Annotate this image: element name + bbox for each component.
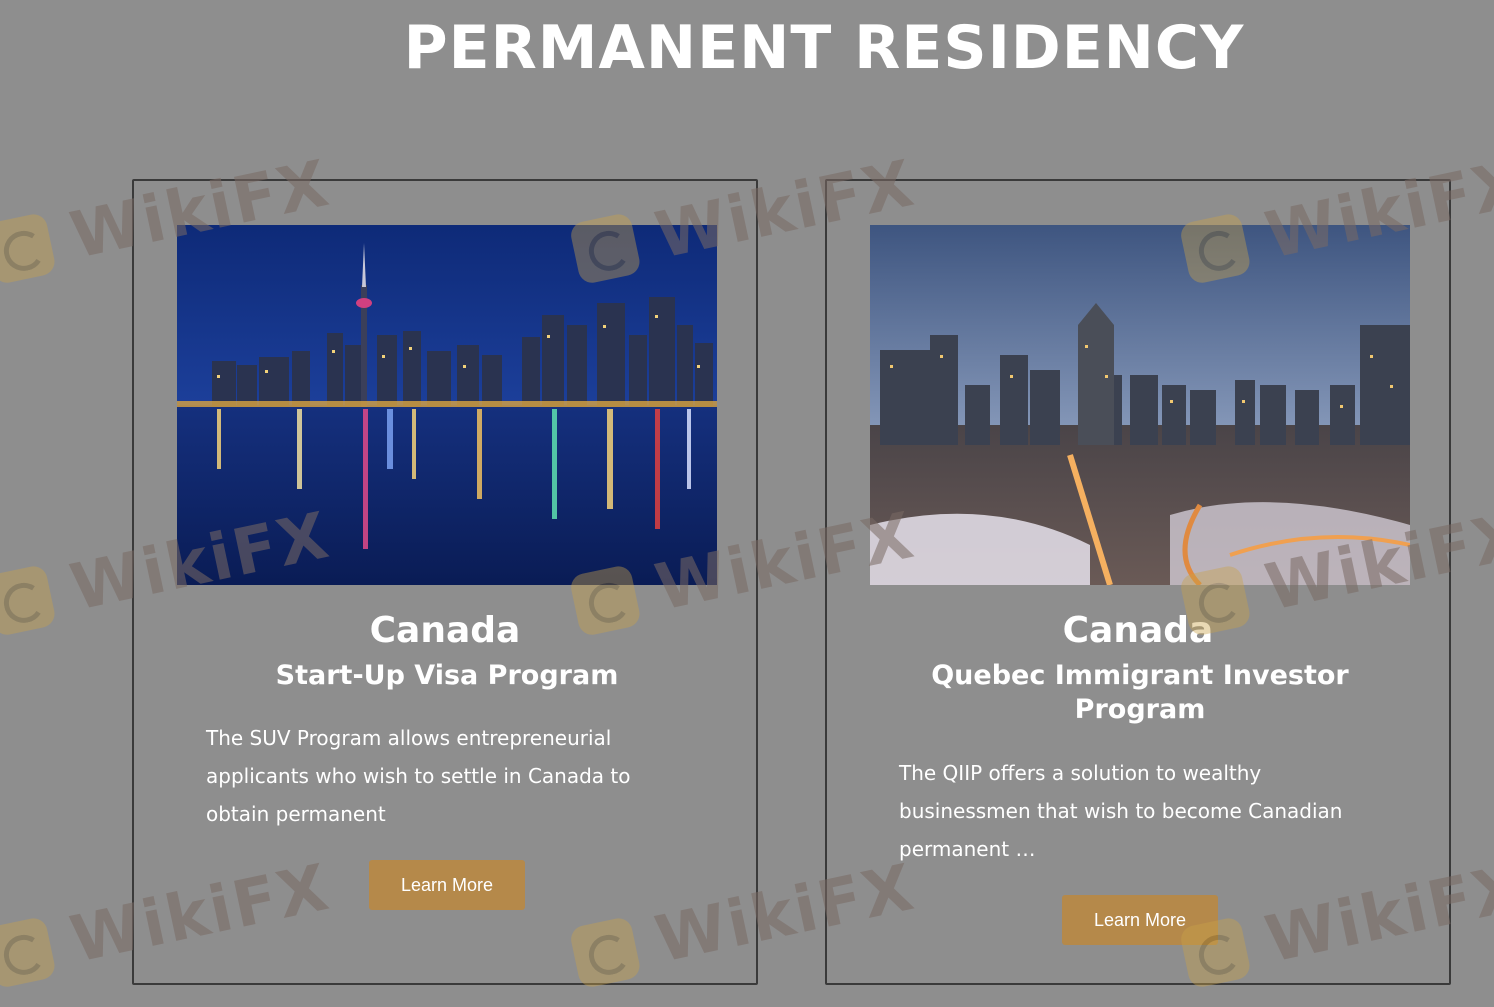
program-card-start-up-visa: Canada Start-Up Visa Program The SUV Pro… xyxy=(132,179,758,985)
wikifx-logo-icon xyxy=(0,915,58,990)
program-card-quebec-investor: Canada Quebec Immigrant Investor Program… xyxy=(825,179,1451,985)
montreal-skyline-image xyxy=(870,225,1410,585)
card-subheading: Quebec Immigrant Investor Program xyxy=(931,660,1349,725)
wikifx-logo-icon xyxy=(0,563,58,638)
page-title: PERMANENT RESIDENCY xyxy=(403,13,1245,83)
learn-more-button-quebec-investor[interactable]: Learn More xyxy=(1062,895,1218,945)
card-description: The SUV Program allows entrepreneurial a… xyxy=(206,726,631,826)
card-description: The QIIP offers a solution to wealthy bu… xyxy=(899,761,1343,861)
card-heading: Canada xyxy=(1062,610,1214,651)
learn-more-button-start-up-visa[interactable]: Learn More xyxy=(369,860,525,910)
card-heading: Canada xyxy=(369,610,521,651)
wikifx-logo-icon xyxy=(0,211,58,286)
toronto-skyline-image xyxy=(177,225,717,585)
card-subheading: Start-Up Visa Program xyxy=(275,660,619,691)
